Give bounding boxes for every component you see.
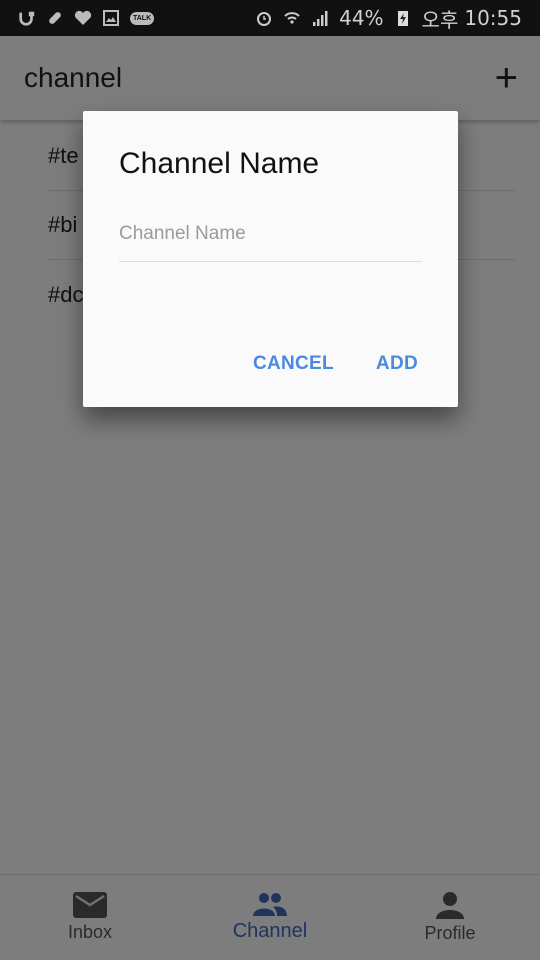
dialog-actions: CANCEL ADD — [253, 353, 418, 375]
channel-name-dialog: Channel Name CANCEL ADD — [83, 111, 458, 407]
u-plus-icon — [18, 9, 36, 27]
heart-icon — [74, 9, 92, 27]
dialog-title: Channel Name — [119, 147, 320, 180]
alarm-icon — [255, 9, 273, 27]
wifi-icon — [283, 9, 301, 27]
cancel-button[interactable]: CANCEL — [253, 353, 334, 375]
gallery-icon — [102, 9, 120, 27]
clock: 10:55 — [464, 6, 522, 30]
add-button[interactable]: ADD — [376, 353, 418, 375]
kakaotalk-icon: TALK — [130, 11, 155, 25]
channel-name-input[interactable] — [119, 217, 422, 262]
battery-percent: 44% — [339, 6, 384, 30]
signal-icon — [311, 9, 329, 27]
app-screen: TALK 44% 오후 10:55 channel + #te #bi #dc — [0, 0, 540, 960]
status-bar: TALK 44% 오후 10:55 — [0, 0, 540, 36]
pill-icon — [46, 9, 64, 27]
battery-charging-icon — [394, 9, 412, 27]
status-bar-right: 44% 오후 10:55 — [255, 4, 522, 33]
status-bar-left: TALK — [18, 9, 155, 27]
time-period: 오후 — [421, 7, 459, 32]
